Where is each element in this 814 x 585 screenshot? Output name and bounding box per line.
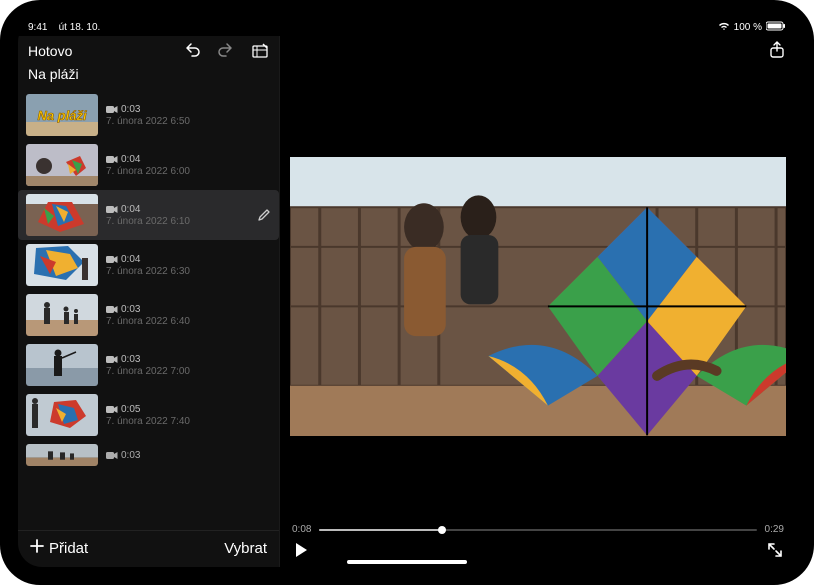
clip-date: 7. února 2022 6:10 [106,216,249,227]
clip-date: 7. února 2022 7:00 [106,366,271,377]
video-icon [106,155,118,164]
undo-button[interactable] [183,42,201,60]
clip-meta: 0:03 7. února 2022 6:40 [106,304,271,327]
project-title: Na pláži [18,64,279,90]
clip-thumb [26,294,98,336]
clip-row[interactable]: 0:04 7. února 2022 6:00 [18,140,279,190]
fullscreen-button[interactable] [766,541,784,559]
battery-icon [766,21,786,34]
plus-icon [30,539,44,557]
clip-thumb [26,194,98,236]
sidebar-top: Hotovo [18,36,279,64]
clip-meta: 0:04 7. února 2022 6:30 [106,254,271,277]
status-left: 9:41 út 18. 10. [28,22,100,33]
clip-thumb [26,144,98,186]
clip-meta: 0:05 7. února 2022 7:40 [106,404,271,427]
status-bar: 9:41 út 18. 10. 100 % [18,18,796,36]
clip-row[interactable]: 0:03 [18,440,279,470]
select-button[interactable]: Vybrat [224,540,267,557]
home-indicator[interactable] [347,560,467,564]
video-icon [106,405,118,414]
redo-button[interactable] [217,42,235,60]
svg-text:Na pláži: Na pláži [37,108,87,123]
clip-row[interactable]: Na pláži 0:03 7. února 2022 6:50 [18,90,279,140]
play-button[interactable] [292,541,310,559]
clip-row[interactable]: 0:04 7. února 2022 6:30 [18,240,279,290]
clip-thumb [26,344,98,386]
clip-row[interactable]: 0:03 7. února 2022 6:40 [18,290,279,340]
ipad-frame: 9:41 út 18. 10. 100 % Hotovo [0,0,814,585]
clip-duration: 0:03 [121,354,140,365]
clip-date: 7. února 2022 6:50 [106,116,271,127]
viewer-top [280,36,796,64]
clip-duration: 0:04 [121,254,140,265]
wifi-icon [718,21,730,34]
clip-row[interactable]: 0:03 7. února 2022 7:00 [18,340,279,390]
clip-date: 7. února 2022 7:40 [106,416,271,427]
edit-icon[interactable] [257,208,271,222]
sidebar-bottom: Přidat Vybrat [18,530,279,567]
video-icon [106,205,118,214]
clip-meta: 0:04 7. února 2022 6:00 [106,154,271,177]
clip-meta: 0:03 7. února 2022 6:50 [106,104,271,127]
clip-date: 7. února 2022 6:30 [106,266,271,277]
clip-date: 7. února 2022 6:40 [106,316,271,327]
share-button[interactable] [768,41,786,59]
current-time: 0:08 [292,524,311,535]
clip-meta: 0:04 7. února 2022 6:10 [106,204,249,227]
video-icon [106,451,118,460]
viewer: 0:08 0:29 [280,36,796,567]
clip-thumb: Na pláži [26,94,98,136]
clip-meta: 0:03 [106,450,271,461]
video-icon [106,105,118,114]
screen: 9:41 út 18. 10. 100 % Hotovo [18,18,796,567]
video-icon [106,355,118,364]
clip-duration: 0:03 [121,304,140,315]
clip-thumb [26,394,98,436]
clip-row[interactable]: 0:04 7. února 2022 6:10 [18,190,279,240]
clip-thumb [26,444,98,466]
add-label: Přidat [49,540,88,557]
clip-duration: 0:04 [121,204,140,215]
storyboard-settings-button[interactable] [251,42,269,60]
preview[interactable] [290,157,786,436]
status-right: 100 % [718,21,786,34]
clip-date: 7. února 2022 6:00 [106,166,271,177]
video-icon [106,305,118,314]
clip-duration: 0:03 [121,104,140,115]
clip-list[interactable]: Na pláži 0:03 7. února 2022 6:50 [18,90,279,530]
scrubber[interactable] [319,529,756,531]
status-time: 9:41 [28,22,47,33]
sidebar: Hotovo Na pláži [18,36,280,567]
clip-duration: 0:03 [121,450,140,461]
total-time: 0:29 [765,524,784,535]
status-date: út 18. 10. [59,22,101,33]
done-button[interactable]: Hotovo [28,43,72,59]
clip-row[interactable]: 0:05 7. února 2022 7:40 [18,390,279,440]
battery-text: 100 % [734,22,762,33]
clip-duration: 0:05 [121,404,140,415]
add-button[interactable]: Přidat [30,539,88,557]
clip-duration: 0:04 [121,154,140,165]
video-icon [106,255,118,264]
clip-meta: 0:03 7. února 2022 7:00 [106,354,271,377]
clip-thumb [26,244,98,286]
scrubber-handle[interactable] [438,526,446,534]
